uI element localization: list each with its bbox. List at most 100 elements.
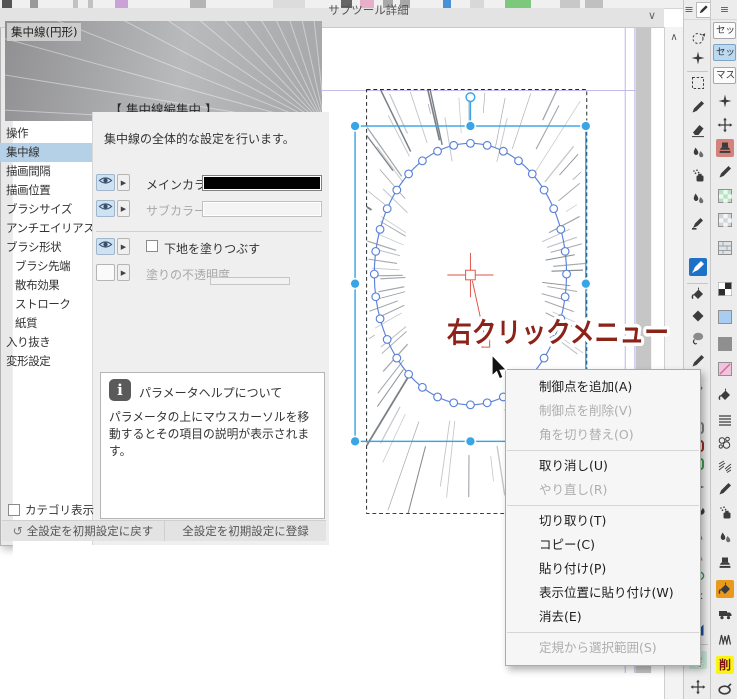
airbrush-tool-icon[interactable] — [689, 167, 707, 185]
subtool-pattern-checker-icon[interactable] — [716, 211, 734, 229]
context-menu-item[interactable]: 取り消し(U) — [506, 454, 700, 478]
settings-category-item[interactable]: ブラシ先端 — [0, 257, 92, 276]
subtool-pattern-green-checker-icon[interactable] — [716, 187, 734, 205]
subtool-deco-pen-icon[interactable] — [716, 163, 734, 181]
settings-category-item[interactable]: ブラシサイズ — [0, 200, 92, 219]
sub-color-visibility-button[interactable] — [96, 200, 115, 217]
scroll-up-icon[interactable]: ∧ — [665, 27, 683, 43]
settings-category-item[interactable]: ブラシ形状 — [0, 238, 92, 257]
subtool-scratch-icon[interactable] — [716, 457, 734, 475]
subtool-grass-icon[interactable] — [716, 630, 734, 648]
subtool-drops-icon[interactable] — [716, 529, 734, 547]
context-menu-item[interactable]: 制御点を追加(A) — [506, 375, 700, 399]
subtool-transfer-icon[interactable] — [716, 605, 734, 623]
fill-opacity-slider[interactable] — [210, 277, 290, 285]
subtool-set-button[interactable]: マス — [713, 67, 736, 84]
control-point — [392, 185, 402, 195]
settings-category-item[interactable]: 散布効果 — [0, 276, 92, 295]
help-title: パラメータヘルプについて — [139, 386, 283, 400]
visibility-eye-icon — [98, 173, 113, 192]
fill-bucket-tool-icon[interactable] — [689, 285, 707, 303]
context-menu-item[interactable]: コピー(C) — [506, 533, 700, 557]
subtool-pattern-brick-icon[interactable] — [716, 239, 734, 257]
subtool-set-button[interactable]: セッ — [713, 22, 736, 39]
category-display-checkbox[interactable] — [8, 504, 20, 516]
reset-all-settings-button[interactable]: ↺ 全設定を初期設定に戻す — [2, 520, 165, 541]
marquee-select-tool-icon[interactable] — [689, 74, 707, 92]
settings-category-item[interactable]: 集中線 — [0, 143, 92, 162]
settings-category-item[interactable]: 操作 — [0, 124, 92, 143]
visibility-eye-icon — [98, 237, 113, 256]
sub-color-expand-button[interactable]: ▶ — [117, 200, 130, 217]
context-menu-separator — [507, 450, 699, 451]
settings-category-item[interactable]: 描画位置 — [0, 181, 92, 200]
sub-color-label: サブカラー — [146, 204, 207, 218]
subtool-wand-icon[interactable] — [716, 92, 734, 110]
settings-category-item[interactable]: 紙質 — [0, 314, 92, 333]
subtool-bucket-selected-orange-icon[interactable] — [716, 580, 734, 598]
fill-opacity-expand-button[interactable]: ▶ — [117, 264, 130, 281]
fill-base-checkbox[interactable] — [146, 240, 158, 252]
subtool-swatch-pink-diagonal-icon[interactable] — [716, 360, 734, 378]
control-point — [514, 156, 523, 166]
auto-select-wand-tool-icon[interactable] — [689, 49, 707, 67]
subtool-kezuru-selected-yellow-icon[interactable]: 削 — [716, 656, 734, 674]
fountain-pen-tool-icon[interactable] — [689, 258, 707, 276]
register-all-settings-button[interactable]: 全設定を初期設定に登録 — [165, 520, 326, 541]
subtool-fill-bucket-icon[interactable] — [716, 386, 734, 404]
control-point — [556, 314, 566, 324]
main-color-expand-button[interactable]: ▶ — [117, 174, 130, 191]
eraser-tool-icon[interactable] — [689, 121, 707, 139]
subtool-pen-icon[interactable] — [716, 480, 734, 498]
blend-tool-icon[interactable] — [689, 144, 707, 162]
settings-category-item[interactable]: 描画間隔 — [0, 162, 92, 181]
rotate-selection-tool-icon[interactable] — [689, 29, 707, 47]
menu-icon[interactable]: ≡ — [720, 3, 729, 16]
move-layer-tool-icon[interactable] — [689, 678, 707, 696]
subtool-pattern-checkerboard-icon[interactable] — [716, 280, 734, 298]
subtool-move-icon[interactable] — [716, 116, 734, 134]
sub-color-swatch[interactable] — [202, 201, 322, 217]
context-menu-item[interactable]: 切り取り(T) — [506, 509, 700, 533]
gradient-tool-icon[interactable] — [689, 190, 707, 208]
pen-tool-icon[interactable] — [689, 98, 707, 116]
subtool-swatch-gray-icon[interactable] — [716, 335, 734, 353]
settings-category-item[interactable]: 変形設定 — [0, 352, 92, 371]
menu-icon[interactable]: ≡ — [684, 3, 693, 16]
context-menu-item[interactable]: 表示位置に貼り付け(W) — [506, 581, 700, 605]
context-menu-separator — [507, 632, 699, 633]
subtool-set-button[interactable]: セッ — [713, 44, 736, 61]
context-menu-item[interactable]: 貼り付け(P) — [506, 557, 700, 581]
subtool-rope-icon[interactable] — [716, 680, 734, 698]
settings-category-item[interactable]: ストローク — [0, 295, 92, 314]
visibility-eye-icon — [98, 199, 113, 218]
settings-category-item[interactable]: アンチエイリアス — [0, 219, 92, 238]
subtool-airbrush-icon[interactable] — [716, 504, 734, 522]
context-menu-item[interactable]: 消去(E) — [506, 605, 700, 629]
tool-preview: 集中線(円形) 【 集中線編集中 】 — [5, 21, 322, 121]
fill-base-expand-button[interactable]: ▶ — [117, 238, 130, 255]
control-point — [375, 314, 385, 324]
subtool-bubbles-icon[interactable] — [716, 434, 734, 452]
bbox-handle — [350, 121, 360, 131]
context-menu-item: やり直し(R) — [539, 482, 608, 497]
gradient-fill-tool-icon[interactable] — [689, 307, 707, 325]
subtool-stamp-selected-red-icon[interactable] — [716, 139, 734, 157]
control-point — [560, 292, 570, 302]
control-point — [556, 224, 566, 234]
register-button-label: 全設定を初期設定に登録 — [182, 524, 309, 538]
category-display-label: カテゴリ表示 — [25, 503, 94, 517]
fill-opacity-visibility-button[interactable] — [96, 264, 115, 281]
help-body: パラメータの上にマウスカーソルを移動するとその項目の説明が表示されます。 — [109, 410, 310, 459]
subtool-lines-pattern-icon[interactable] — [716, 411, 734, 429]
settings-category-item[interactable]: 入り抜き — [0, 333, 92, 352]
subtool-swatch-blue-icon[interactable] — [716, 308, 734, 326]
current-tool-tab[interactable] — [695, 1, 711, 18]
decoration-pen-tool-icon[interactable] — [689, 352, 707, 370]
main-color-visibility-button[interactable] — [96, 174, 115, 191]
auto-lasso-tool-icon[interactable] — [689, 329, 707, 347]
subtool-stamp-icon[interactable] — [716, 554, 734, 572]
marker-tool-icon[interactable] — [689, 214, 707, 232]
fill-base-visibility-button[interactable] — [96, 238, 115, 255]
main-color-swatch[interactable] — [202, 175, 322, 191]
